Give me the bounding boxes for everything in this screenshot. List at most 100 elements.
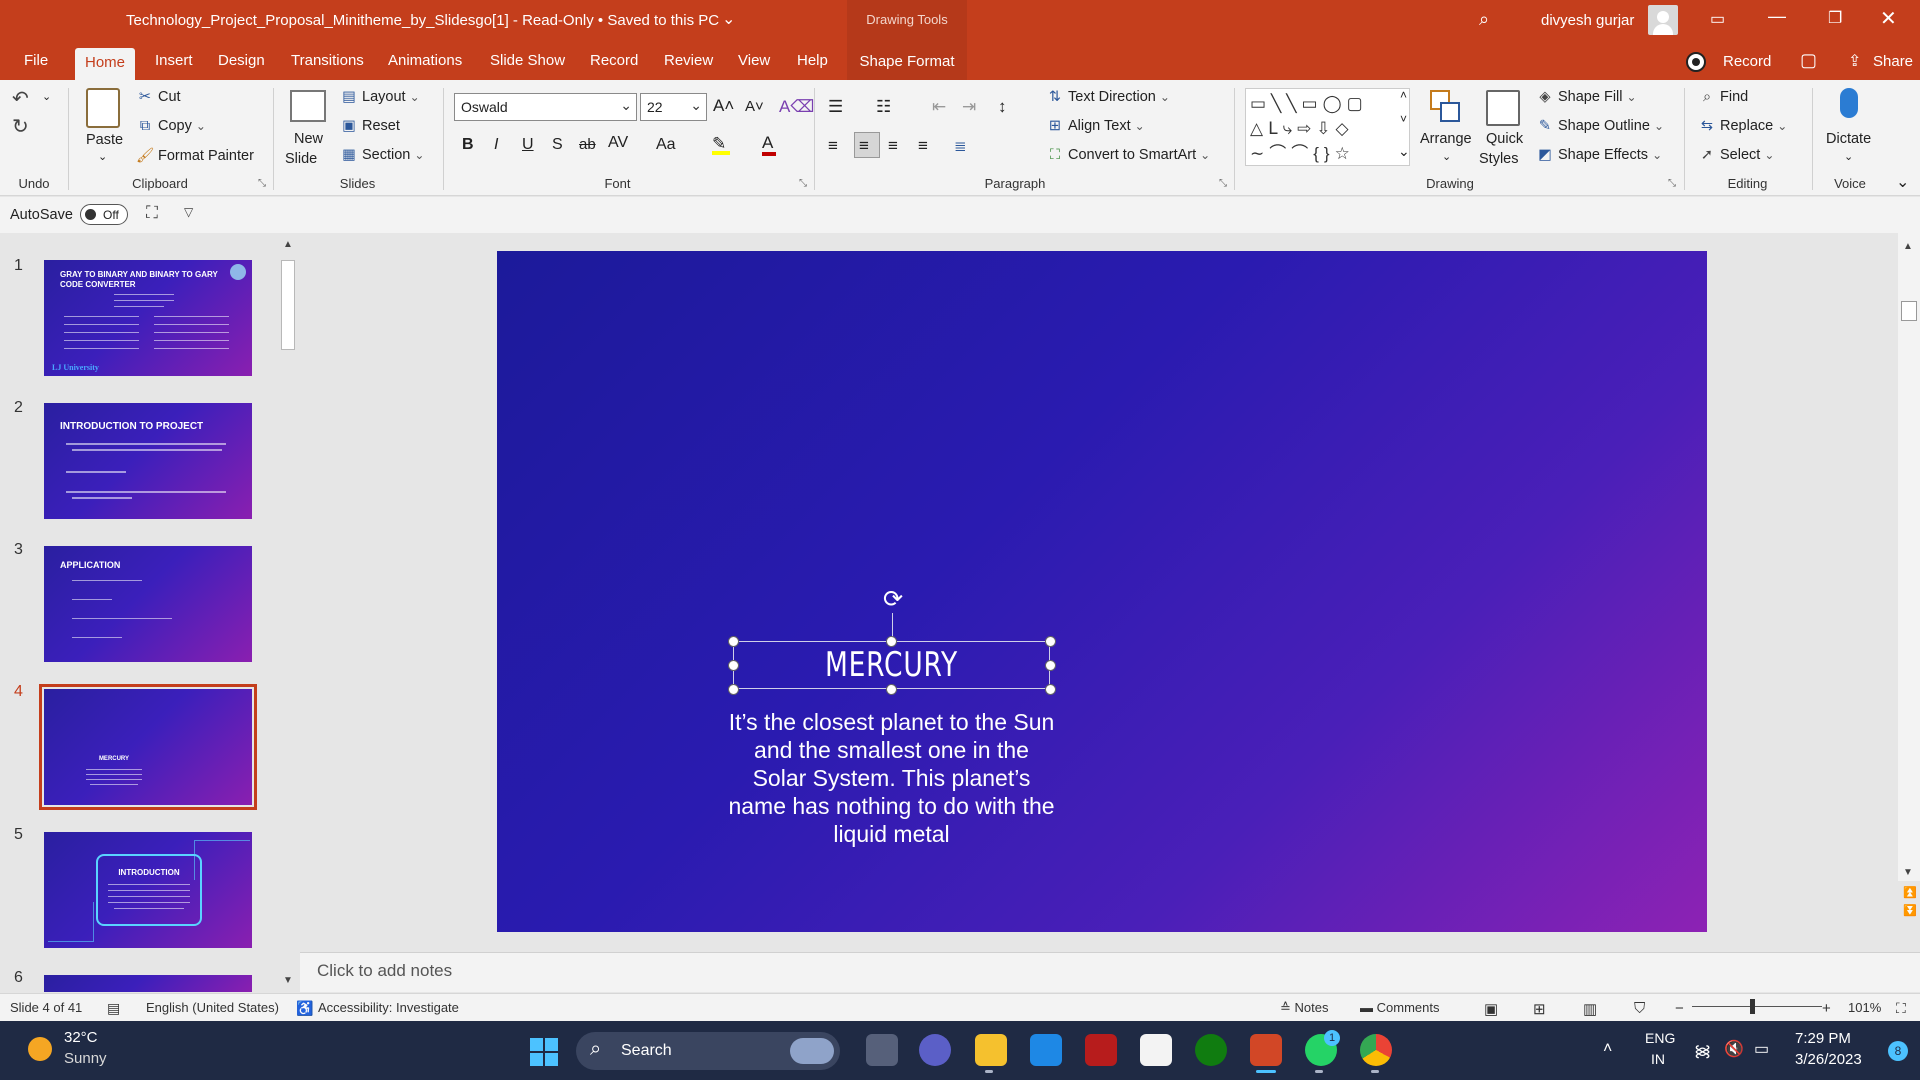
zoom-slider-thumb[interactable] xyxy=(1750,999,1755,1014)
text-shadow-button[interactable]: S xyxy=(552,136,563,154)
presentation-icon[interactable]: ⛶ xyxy=(146,203,158,223)
tab-animations[interactable]: Animations xyxy=(388,52,462,69)
align-right-icon[interactable]: ≡ xyxy=(888,136,898,156)
underline-button[interactable]: U xyxy=(522,136,534,154)
reset-button[interactable]: ▣ Reset xyxy=(340,118,400,134)
minimize-icon[interactable]: — xyxy=(1768,6,1786,27)
wifi-icon[interactable]: ᯼ xyxy=(1694,1039,1711,1061)
undo-icon[interactable]: ↶ xyxy=(12,86,29,111)
notification-center-badge[interactable]: 8 xyxy=(1888,1041,1908,1061)
accessibility-icon[interactable]: ♿ xyxy=(296,1000,313,1017)
weather-temperature[interactable]: 32°C xyxy=(64,1029,98,1046)
line-spacing-icon[interactable]: ↕ xyxy=(998,97,1007,117)
clock-time[interactable]: 7:29 PM xyxy=(1795,1030,1851,1047)
increase-indent-icon[interactable]: ⇥ xyxy=(962,97,976,117)
numbering-icon[interactable]: ☷ xyxy=(876,97,891,117)
shape-effects-button[interactable]: ◩ Shape Effects ⌄ xyxy=(1536,147,1662,163)
tab-file[interactable]: File xyxy=(24,52,48,69)
arrange-icon[interactable] xyxy=(1430,90,1462,124)
resize-handle[interactable] xyxy=(1045,660,1056,671)
slide-thumbnail-6[interactable] xyxy=(44,975,252,992)
chrome-icon[interactable] xyxy=(1360,1034,1392,1066)
tab-review[interactable]: Review xyxy=(664,52,713,69)
gallery-scroll-icon[interactable]: ˅ xyxy=(1400,112,1407,126)
columns-icon[interactable]: ≣ xyxy=(954,137,967,155)
mail-icon[interactable] xyxy=(1030,1034,1062,1066)
slide-thumbnail-1[interactable]: GRAY TO BINARY AND BINARY TO GARY CODE C… xyxy=(44,260,252,376)
layout-button[interactable]: ▤ Layout ⌄ xyxy=(340,89,420,105)
quick-styles-label-2[interactable]: Styles xyxy=(1479,151,1519,167)
share-button[interactable]: Share xyxy=(1873,53,1913,70)
app-icon[interactable] xyxy=(1085,1034,1117,1066)
resize-handle[interactable] xyxy=(1045,684,1056,695)
restore-icon[interactable]: ❐ xyxy=(1828,8,1842,28)
clock-date[interactable]: 3/26/2023 xyxy=(1795,1051,1862,1068)
slide-body-text[interactable]: It’s the closest planet to the Sun and t… xyxy=(725,708,1058,848)
resize-handle[interactable] xyxy=(728,660,739,671)
powerpoint-icon[interactable] xyxy=(1250,1034,1282,1066)
tab-design[interactable]: Design xyxy=(218,52,265,69)
dialog-launcher-icon[interactable]: ⤡ xyxy=(258,178,266,189)
fit-to-window-icon[interactable]: ⛶ xyxy=(1896,1000,1906,1017)
notes-placeholder[interactable]: Click to add notes xyxy=(317,961,452,981)
dialog-launcher-icon[interactable]: ⤡ xyxy=(799,178,807,189)
select-button[interactable]: ➚ Select ⌄ xyxy=(1698,147,1774,163)
resize-handle[interactable] xyxy=(1045,636,1056,647)
new-slide-label-1[interactable]: New xyxy=(294,131,323,147)
share-icon[interactable]: ⇪ xyxy=(1848,51,1861,71)
chevron-down-icon[interactable]: ⌄ xyxy=(1844,150,1853,163)
chevron-up-icon[interactable]: ˄ xyxy=(1603,1040,1612,1058)
shape-fill-button[interactable]: ◈ Shape Fill ⌄ xyxy=(1536,89,1636,105)
replace-button[interactable]: ⇆ Replace ⌄ xyxy=(1698,118,1787,134)
resize-handle[interactable] xyxy=(728,684,739,695)
zoom-slider[interactable] xyxy=(1692,1006,1822,1007)
next-slide-icon[interactable]: ⏬ xyxy=(1903,904,1917,917)
slide-thumbnail-4[interactable]: MERCURY xyxy=(39,684,257,810)
input-language-2[interactable]: IN xyxy=(1651,1051,1665,1067)
slide-scrollbar[interactable] xyxy=(1898,233,1920,881)
weather-condition[interactable]: Sunny xyxy=(64,1050,107,1067)
tab-home[interactable]: Home xyxy=(75,48,136,80)
font-family-select[interactable]: Oswald ⌄ xyxy=(454,93,637,121)
sun-icon[interactable] xyxy=(28,1037,52,1061)
zoom-level[interactable]: 101% xyxy=(1848,1000,1881,1015)
comments-toggle[interactable]: ▬ Comments xyxy=(1360,1000,1439,1015)
dialog-launcher-icon[interactable]: ⤡ xyxy=(1668,178,1676,189)
resize-handle[interactable] xyxy=(886,684,897,695)
undo-dropdown-icon[interactable]: ⌄ xyxy=(42,90,51,103)
justify-icon[interactable]: ≡ xyxy=(918,136,928,156)
zoom-in-icon[interactable]: + xyxy=(1822,1000,1831,1017)
taskbar-search[interactable]: ⌕ Search xyxy=(576,1032,840,1070)
decrease-font-icon[interactable]: A˅ xyxy=(745,98,764,115)
new-slide-icon[interactable] xyxy=(290,90,326,122)
microphone-icon[interactable] xyxy=(1840,88,1858,118)
change-case-button[interactable]: Aa xyxy=(656,136,676,154)
slide-show-icon[interactable]: ⛉ xyxy=(1634,1000,1645,1017)
copy-button[interactable]: ⧉ Copy ⌄ xyxy=(136,118,206,134)
cut-button[interactable]: ✂ Cut xyxy=(136,89,181,105)
resize-handle[interactable] xyxy=(728,636,739,647)
battery-icon[interactable]: ▭ xyxy=(1754,1039,1769,1059)
spelling-icon[interactable]: ▤ xyxy=(107,1000,120,1017)
dialog-launcher-icon[interactable]: ⤡ xyxy=(1219,178,1227,189)
paste-button[interactable]: Paste xyxy=(86,132,123,148)
paste-dropdown-icon[interactable]: ⌄ xyxy=(98,150,107,163)
dictate-button[interactable]: Dictate xyxy=(1826,131,1871,147)
close-icon[interactable]: ✕ xyxy=(1880,6,1897,31)
tab-slide-show[interactable]: Slide Show xyxy=(490,52,565,69)
slide-sorter-icon[interactable]: ⊞ xyxy=(1533,1000,1546,1018)
xbox-icon[interactable] xyxy=(1195,1034,1227,1066)
microsoft-store-icon[interactable] xyxy=(1140,1034,1172,1066)
notes-toggle[interactable]: ≙ Notes xyxy=(1280,1000,1329,1016)
decrease-indent-icon[interactable]: ⇤ xyxy=(932,97,946,117)
arrange-button[interactable]: Arrange xyxy=(1420,131,1472,147)
text-direction-button[interactable]: ⇅ Text Direction ⌄ xyxy=(1046,89,1170,105)
font-size-select[interactable]: 22 ⌄ xyxy=(640,93,707,121)
scrollbar-thumb[interactable] xyxy=(1901,301,1917,321)
reading-view-icon[interactable]: ▥ xyxy=(1583,1000,1597,1018)
notes-pane[interactable] xyxy=(300,952,1920,992)
new-slide-label-2[interactable]: Slide xyxy=(285,151,317,167)
user-name[interactable]: divyesh gurjar xyxy=(1541,12,1634,29)
bullets-icon[interactable]: ☰ xyxy=(828,97,843,117)
italic-button[interactable]: I xyxy=(494,136,498,154)
